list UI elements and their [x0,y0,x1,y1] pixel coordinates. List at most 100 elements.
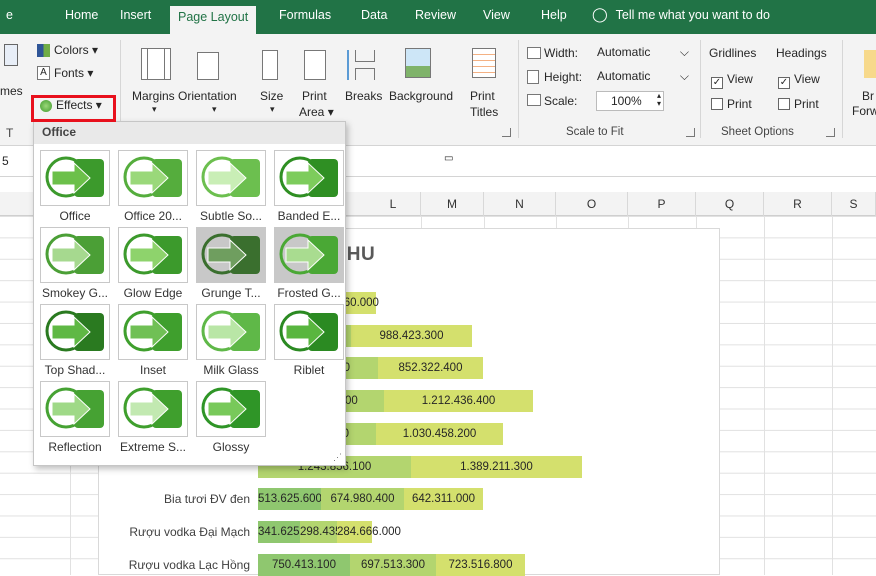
effect-option-label: Banded E... [277,209,341,223]
tab-review[interactable]: Review [415,8,456,22]
column-header[interactable]: L [366,192,421,216]
bring-forward-icon [864,50,876,78]
effect-option[interactable] [40,381,110,437]
effect-option[interactable] [196,304,266,360]
colors-icon [37,44,50,57]
effect-option[interactable] [196,150,266,206]
effect-option[interactable] [118,381,188,437]
effect-option[interactable] [40,227,110,283]
gridlines-label: Gridlines [709,46,757,60]
height-icon [527,70,539,84]
effect-option-label: Inset [139,363,166,377]
checkbox-unchecked-icon [778,98,790,110]
bar-value-label: 723.516.800 [448,559,513,571]
height-value: Automatic [597,69,651,83]
headings-label: Headings [776,46,827,60]
effect-option[interactable] [196,227,266,283]
split-handle-icon[interactable]: ▭ [444,153,453,164]
page-setup-launcher-icon[interactable] [502,128,511,137]
orientation-icon [197,52,219,80]
effect-option[interactable] [274,150,344,206]
bar-value-label: 988.423.300 [379,330,444,342]
bar-value-label: 284.666.000 [337,526,401,538]
tab-view[interactable]: View [483,8,510,22]
margins-button[interactable]: Margins [132,89,175,103]
effect-preview-icon [279,310,338,352]
themes-label[interactable]: mes [0,84,23,98]
width-icon [527,47,541,59]
size-button[interactable]: Size [260,89,283,103]
column-header[interactable]: Q [696,192,764,216]
print-titles-button[interactable]: Print [470,89,495,103]
scale-spinner[interactable]: 100% ▴ ▾ [596,91,664,111]
effect-option-label: Glossy [212,440,250,454]
themes-icon[interactable] [4,44,18,66]
background-icon [405,48,431,78]
checkbox-checked-icon: ✓ [711,77,723,89]
scale-label: Scale: [544,94,578,108]
gridlines-view-checkbox[interactable]: ✓ View [711,72,753,89]
print-area-label-2: Area ▾ [299,105,334,119]
effect-option-label: Glow Edge [123,286,183,300]
column-header[interactable]: M [421,192,484,216]
gridlines-print-checkbox[interactable]: Print [711,97,752,111]
resize-grip-icon[interactable]: ⋰ [333,452,342,463]
effect-preview-icon [201,310,260,352]
print-area-button[interactable]: Print [302,89,327,103]
effect-option[interactable] [40,304,110,360]
headings-view-checkbox[interactable]: ✓ View [778,72,820,89]
orientation-button[interactable]: Orientation [178,89,237,103]
category-label: Rượu vodka Đại Mạch [129,525,250,539]
tab-data[interactable]: Data [361,8,387,22]
column-header[interactable]: P [628,192,696,216]
bar-value-label: 1.389.211.300 [460,461,533,473]
tab-help[interactable]: Help [541,8,567,22]
name-box[interactable]: 5 [2,154,9,168]
scale-to-fit-launcher-icon[interactable] [686,128,695,137]
effect-option[interactable] [274,304,344,360]
height-select[interactable]: Automatic ⌵ [596,68,694,88]
effects-section-header: Office [34,122,345,144]
tab-page-layout[interactable]: Page Layout [170,6,257,34]
effect-option[interactable] [118,150,188,206]
margins-chevron-icon: ▾ [152,104,157,114]
column-header[interactable]: S [832,192,876,216]
bar-value-label: 1.212.436.400 [421,395,496,407]
tab-home[interactable]: Home [65,8,98,22]
column-header[interactable]: R [764,192,832,216]
effect-option[interactable] [40,150,110,206]
effect-option-label: Office 20... [124,209,182,223]
colors-button[interactable]: Colors ▾ [54,43,98,57]
effect-preview-icon [201,156,260,198]
tell-me-box[interactable]: ◯ Tell me what you want to do [592,6,770,23]
category-label: Rượu vodka Lạc Hồng [128,558,250,572]
effect-option[interactable] [196,381,266,437]
width-select[interactable]: Automatic ⌵ [596,44,694,64]
headings-print-checkbox[interactable]: Print [778,97,819,111]
spinner-arrows-icon[interactable]: ▴ ▾ [657,92,661,108]
effect-option[interactable] [118,227,188,283]
bar-value-label: 298.435.200 [300,526,364,538]
effect-option[interactable] [274,227,344,283]
tab-file[interactable]: e [6,8,13,22]
effect-option-label: Subtle So... [199,209,263,223]
sheet-options-launcher-icon[interactable] [826,128,835,137]
background-button[interactable]: Background [389,89,453,103]
bring-forward-button[interactable]: Br [862,89,874,103]
effects-dropdown: Office ⋰ Office Office 20... Subtle So... B… [33,121,346,466]
column-header[interactable]: O [556,192,628,216]
tab-formulas[interactable]: Formulas [279,8,331,22]
bar-value-label: 674.980.400 [330,493,395,505]
category-label: Bia tươi ĐV đen [164,492,250,506]
tab-insert[interactable]: Insert [120,8,151,22]
size-chevron-icon: ▾ [270,104,275,114]
column-header[interactable]: N [484,192,556,216]
width-value: Automatic [597,45,651,59]
effect-preview-icon [45,156,104,198]
fonts-button[interactable]: Fonts ▾ [54,66,93,80]
effect-option-label: Milk Glass [203,363,259,377]
effect-option[interactable] [118,304,188,360]
print-titles-label-2: Titles [470,105,499,119]
effect-option-label: Smokey G... [41,286,109,300]
breaks-button[interactable]: Breaks [345,89,382,103]
